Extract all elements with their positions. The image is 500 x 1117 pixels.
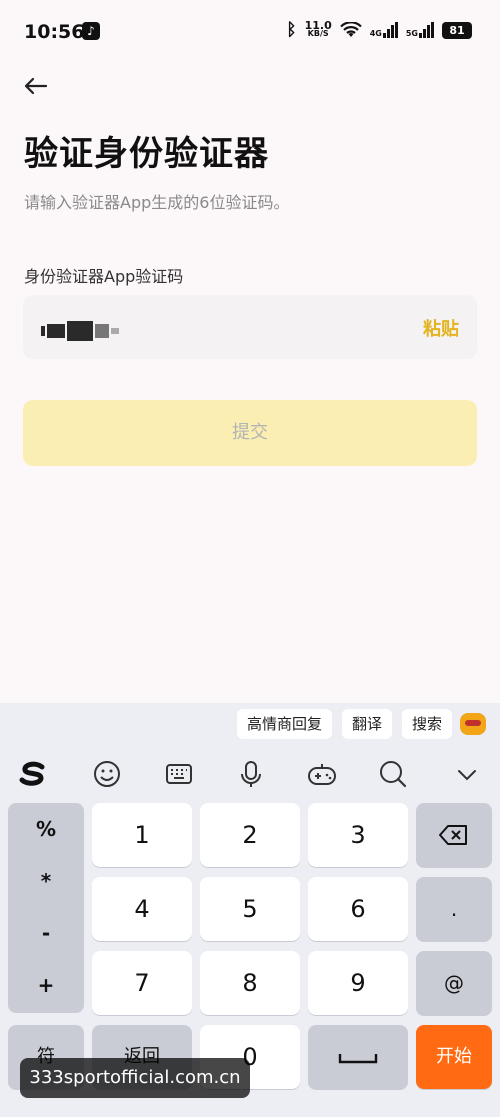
masked-code-value [41,321,119,341]
status-bar: 10:56 ♪ ᛒ 11.0 KB/S 4G 5G 81 [0,0,500,64]
key-6[interactable]: 6 [308,877,408,941]
keyboard-icon[interactable] [162,757,196,791]
signal-4g-icon: 4G [370,22,398,38]
suggestion-search[interactable]: 搜索 [401,709,452,739]
key-plus[interactable]: + [8,959,84,1011]
soft-keyboard: 高情商回复 翻译 搜索 % * - + 1 2 3 4 5 6 . 7 8 9 … [0,703,500,1117]
tiktok-icon: ♪ [82,22,100,40]
arrow-left-icon[interactable] [22,76,48,96]
key-at[interactable]: @ [416,951,492,1015]
paste-button[interactable]: 粘贴 [423,315,459,341]
key-2[interactable]: 2 [200,803,300,867]
suggestion-translate[interactable]: 翻译 [341,709,392,739]
key-1[interactable]: 1 [92,803,192,867]
backspace-key[interactable] [416,803,492,867]
key-5[interactable]: 5 [200,877,300,941]
microphone-icon[interactable] [234,757,268,791]
backspace-icon [439,825,467,845]
network-speed: 11.0 KB/S [304,19,332,38]
key-percent[interactable]: % [8,803,84,855]
key-3[interactable]: 3 [308,803,408,867]
emoji-icon[interactable] [90,757,124,791]
bluetooth-icon: ᛒ [286,20,297,40]
key-7[interactable]: 7 [92,951,192,1015]
symbol-column[interactable]: % * - + [8,803,84,1013]
mascot-icon[interactable] [460,713,486,735]
page-subtitle: 请输入验证器App生成的6位验证码。 [24,193,290,212]
verification-code-input[interactable]: 粘贴 [23,295,477,359]
page-title: 验证身份验证器 [24,134,269,174]
keyboard-toolbar [0,747,500,799]
status-time: 10:56 [24,21,85,43]
suggestion-high-eq-reply[interactable]: 高情商回复 [236,709,332,739]
space-key[interactable] [308,1025,408,1089]
submit-button[interactable]: 提交 [23,400,477,466]
status-icons: ᛒ 11.0 KB/S 4G 5G 81 [286,20,472,40]
key-9[interactable]: 9 [308,951,408,1015]
wifi-icon [339,22,362,37]
key-8[interactable]: 8 [200,951,300,1015]
key-dot[interactable]: . [416,877,492,941]
key-minus[interactable]: - [8,907,84,959]
key-asterisk[interactable]: * [8,855,84,907]
signal-5g-icon: 5G [406,22,434,38]
search-icon[interactable] [376,757,410,791]
sogou-logo-icon[interactable] [16,757,50,791]
battery-indicator: 81 [442,21,472,39]
space-bar-icon [338,1054,378,1064]
gamepad-icon[interactable] [305,757,339,791]
code-field-label: 身份验证器App验证码 [24,267,184,286]
watermark: 333sportofficial.com.cn [20,1058,250,1098]
start-key[interactable]: 开始 [416,1025,492,1089]
chevron-down-icon[interactable] [450,757,484,791]
key-4[interactable]: 4 [92,877,192,941]
